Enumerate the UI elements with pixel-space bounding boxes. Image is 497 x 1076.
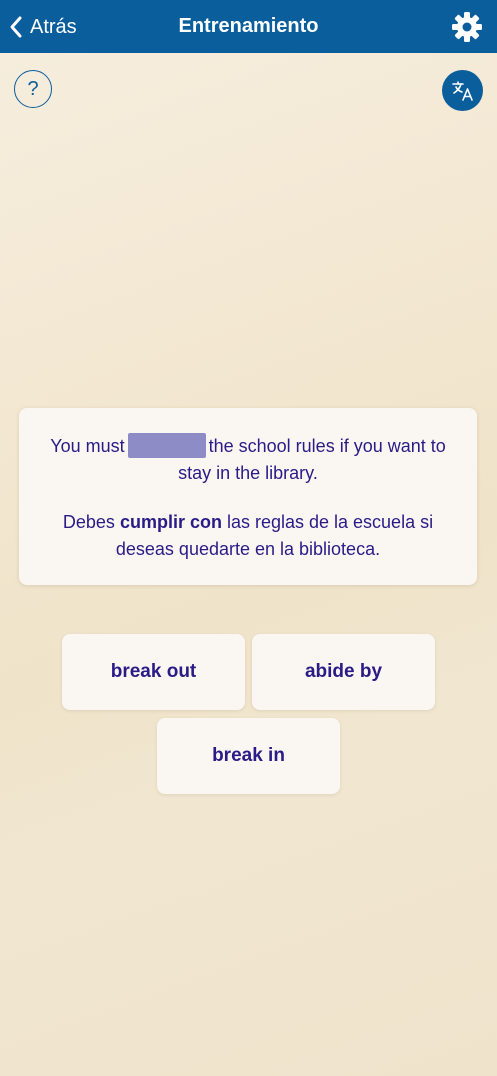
back-button[interactable]: Atrás [8, 10, 77, 44]
sentence-after: the school rules if you want to stay in … [178, 436, 446, 483]
exercise-card: You must the school rules if you want to … [19, 408, 477, 585]
back-label: Atrás [30, 15, 77, 38]
settings-button[interactable] [450, 10, 484, 44]
option-abide-by[interactable]: abide by [252, 634, 435, 710]
option-break-out[interactable]: break out [62, 634, 245, 710]
exercise-translation: Debes cumplir con las reglas de la escue… [37, 509, 459, 563]
help-button[interactable]: ? [14, 70, 52, 108]
answer-blank [127, 433, 206, 458]
translation-before: Debes [62, 512, 115, 532]
gear-icon [452, 12, 482, 42]
translation-highlight: cumplir con [119, 512, 222, 532]
sentence-before: You must [50, 436, 125, 456]
exercise-sentence: You must the school rules if you want to … [37, 433, 459, 487]
translate-icon [451, 80, 473, 101]
top-navigation-bar: Atrás Entrenamiento [0, 0, 497, 53]
translate-button[interactable] [442, 70, 483, 111]
chevron-left-icon [10, 16, 22, 38]
option-break-in[interactable]: break in [157, 718, 340, 794]
